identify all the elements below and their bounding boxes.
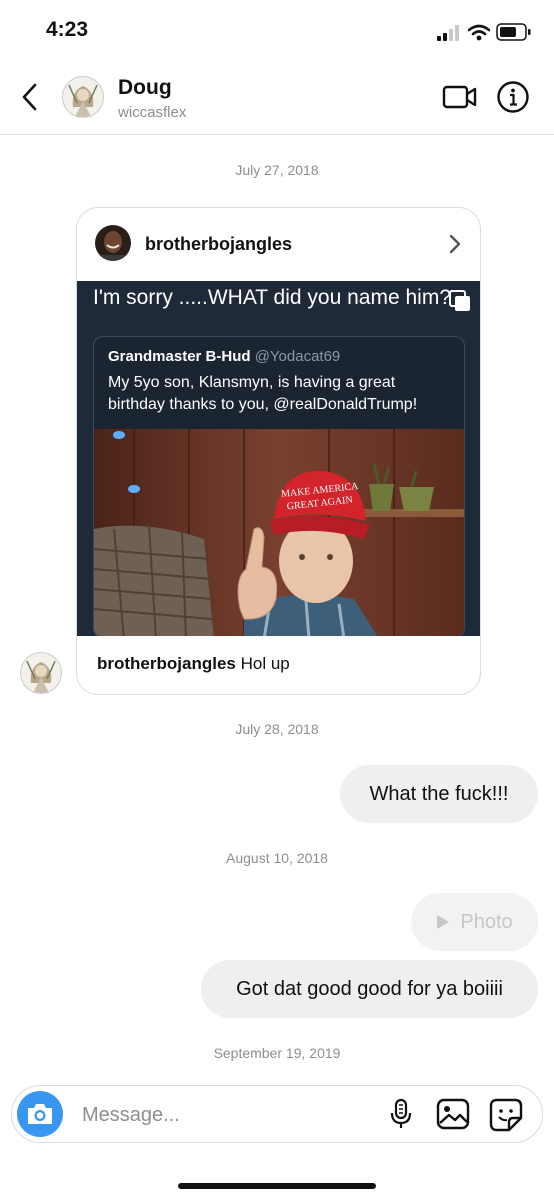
contact-name[interactable]: Doug	[118, 76, 172, 100]
shared-post-image[interactable]: I'm sorry .....WHAT did you name him? Gr…	[77, 281, 480, 636]
camera-button[interactable]	[17, 1091, 63, 1137]
contact-username: wiccasflex	[118, 104, 187, 121]
sent-message-bubble[interactable]: What the fuck!!!	[340, 765, 538, 823]
message-text: Got dat good good for ya boiiii	[236, 977, 503, 1000]
date-separator: July 28, 2018	[235, 721, 319, 737]
multiple-photos-icon	[449, 290, 470, 311]
info-icon[interactable]	[496, 80, 530, 114]
message-input[interactable]	[80, 1086, 374, 1144]
camera-icon	[28, 1104, 52, 1124]
date-separator: August 10, 2018	[226, 850, 328, 866]
cellular-signal-icon	[437, 25, 463, 41]
gallery-icon[interactable]	[436, 1098, 470, 1130]
caption-text: Hol up	[240, 654, 290, 673]
sticker-icon[interactable]	[489, 1098, 523, 1132]
photo-message-bubble[interactable]: Photo	[411, 893, 538, 951]
play-icon	[437, 915, 450, 929]
status-time: 4:23	[46, 18, 89, 41]
date-separator: September 19, 2019	[213, 1045, 341, 1061]
tweet-display-name: Grandmaster B-Hud	[108, 348, 251, 365]
wifi-icon	[468, 24, 490, 41]
video-call-icon[interactable]	[442, 83, 478, 111]
home-indicator[interactable]	[178, 1183, 376, 1189]
tweet-photo: MAKE AMERICA GREAT AGAIN	[94, 429, 464, 636]
post-author-avatar[interactable]	[95, 225, 131, 261]
caption-username[interactable]: brotherbojangles	[97, 654, 236, 673]
conversation-header: Doug wiccasflex	[0, 60, 554, 135]
image-headline: I'm sorry .....WHAT did you name him?	[93, 286, 451, 309]
tweet-handle: @Yodacat69	[254, 348, 341, 365]
sent-message-bubble[interactable]: Got dat good good for ya boiiii	[201, 960, 538, 1018]
post-author-name[interactable]: brotherbojangles	[145, 234, 292, 255]
tweet-text-line-1: My 5yo son, Klansmyn, is having a great	[108, 374, 396, 391]
date-separator: July 27, 2018	[235, 162, 319, 178]
chevron-right-icon[interactable]	[449, 234, 461, 254]
microphone-icon[interactable]	[388, 1098, 414, 1130]
message-composer	[11, 1085, 543, 1144]
contact-avatar[interactable]	[62, 76, 104, 118]
shared-post-header[interactable]: brotherbojangles	[77, 208, 480, 281]
post-caption: brotherbojangles Hol up	[97, 654, 290, 674]
shared-post-card[interactable]: brotherbojangles I'm sorry .....WHAT did…	[76, 207, 481, 695]
photo-label: Photo	[460, 910, 513, 933]
tweet-text-line-2: birthday thanks to you, @realDonaldTrump…	[108, 396, 418, 413]
quoted-tweet: Grandmaster B-Hud @Yodacat69 My 5yo son,…	[93, 336, 465, 636]
tweet-author: Grandmaster B-Hud @Yodacat69	[108, 348, 340, 365]
battery-icon	[496, 23, 531, 41]
message-text: What the fuck!!!	[369, 782, 509, 805]
back-chevron-icon[interactable]	[20, 82, 38, 112]
sender-avatar[interactable]	[20, 652, 62, 694]
